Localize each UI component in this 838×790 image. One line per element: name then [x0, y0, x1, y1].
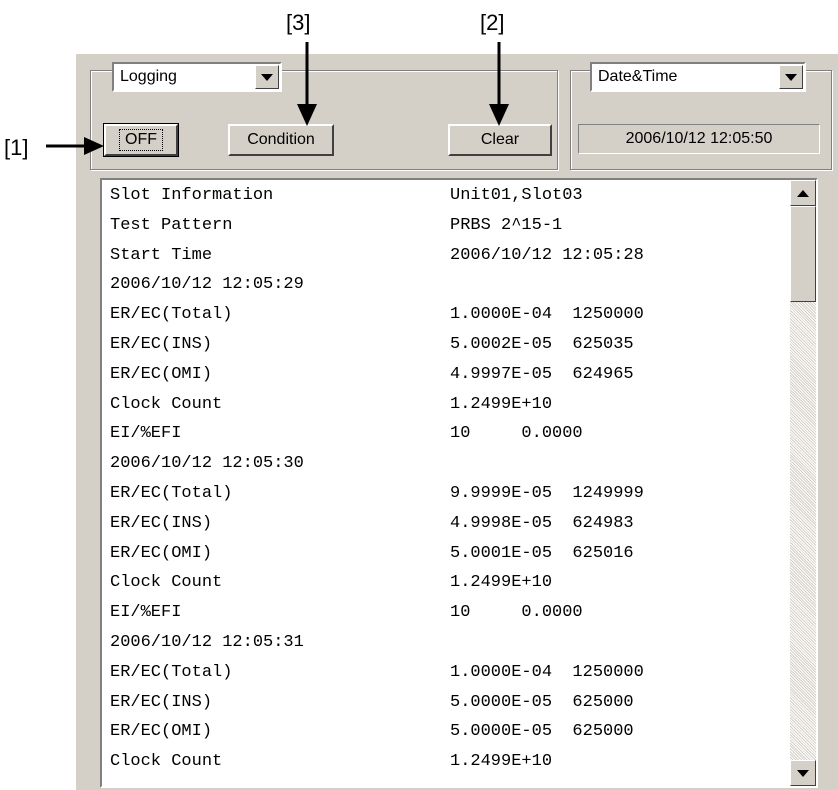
callout-3-label: [3]: [286, 10, 311, 35]
log-field-name: 2006/10/12 12:05:31: [110, 633, 304, 652]
log-line: 2006/10/12 12:05:29: [110, 275, 304, 301]
log-line: Slot Information Unit01,Slot03: [110, 186, 583, 212]
log-line: ER/EC(Total) 1.0000E-04 1250000: [110, 662, 644, 689]
log-field-name: EI/%EFI: [110, 603, 182, 623]
log-field-value: 1.2499E+10: [450, 752, 553, 772]
log-line: ER/EC(INS) 5.0000E-05 625000: [110, 692, 634, 719]
current-datetime-readout: 2006/10/12 12:05:50: [578, 124, 820, 154]
log-line: EI/%EFI 10 0.0000: [110, 424, 583, 450]
log-line: Clock Count 1.2499E+10: [110, 394, 552, 421]
time-format-select[interactable]: Date&Time: [590, 62, 806, 92]
log-field-name: Start Time: [110, 245, 213, 265]
time-format-select-dropdown-button[interactable]: [779, 65, 803, 89]
mode-select-value: Logging: [120, 68, 177, 85]
log-field-value: 5.0000E-05 625000: [450, 692, 634, 712]
log-field-name: ER/EC(INS): [110, 335, 213, 354]
scroll-up-button[interactable]: [790, 180, 816, 206]
condition-button[interactable]: Condition: [228, 124, 334, 156]
log-field-value: 5.0000E-05 625000: [450, 722, 634, 742]
log-line: ER/EC(OMI) 5.0000E-05 625000: [110, 722, 634, 748]
scroll-thumb[interactable]: [790, 206, 816, 302]
log-field-name: Clock Count: [110, 573, 223, 593]
time-format-select-value: Date&Time: [598, 68, 678, 85]
log-field-name: ER/EC(INS): [110, 513, 213, 533]
log-line: Start Time 2006/10/12 12:05:28: [110, 245, 644, 272]
log-field-name: ER/EC(OMI): [110, 722, 213, 742]
log-field-value: 1.0000E-04 1250000: [450, 662, 644, 682]
mode-select[interactable]: Logging: [112, 62, 282, 92]
log-field-name: Clock Count: [110, 394, 223, 414]
log-field-name: 2006/10/12 12:05:29: [110, 275, 304, 295]
log-line: ER/EC(Total) 1.0000E-04 1250000: [110, 305, 644, 331]
log-line: ER/EC(OMI) 4.9997E-05 624965: [110, 364, 634, 391]
clear-button[interactable]: Clear: [448, 124, 552, 156]
log-field-name: Test Pattern: [110, 215, 233, 235]
chevron-down-icon: [785, 73, 797, 81]
log-field-name: Clock Count: [110, 752, 223, 772]
log-field-value: 1.2499E+10: [450, 573, 553, 593]
log-field-name: ER/EC(Total): [110, 305, 233, 325]
log-line: ER/EC(OMI) 5.0001E-05 625016: [110, 543, 634, 570]
log-field-value: 10 0.0000: [450, 424, 583, 444]
log-line: ER/EC(INS) 5.0002E-05 625035: [110, 335, 634, 361]
callout-1-label: [1]: [4, 135, 29, 160]
chevron-down-icon: [261, 73, 273, 81]
log-field-value: 4.9998E-05 624983: [450, 513, 634, 533]
log-field-name: 2006/10/12 12:05:30: [110, 454, 304, 474]
arrow-up-icon: [797, 189, 809, 197]
log-line: Clock Count 1.2499E+10: [110, 752, 552, 778]
log-line: Clock Count 1.2499E+10: [110, 573, 552, 599]
log-field-value: 5.0002E-05 625035: [450, 335, 634, 354]
log-line: 2006/10/12 12:05:31: [110, 633, 304, 659]
log-line: EI/%EFI 10 0.0000: [110, 603, 583, 629]
off-button-label: OFF: [119, 129, 163, 151]
log-field-name: ER/EC(INS): [110, 692, 213, 712]
log-field-value: 1.0000E-04 1250000: [450, 305, 644, 325]
log-field-value: 10 0.0000: [450, 603, 583, 623]
log-field-name: ER/EC(Total): [110, 484, 233, 503]
log-line: ER/EC(INS) 4.9998E-05 624983: [110, 513, 634, 540]
mode-select-dropdown-button[interactable]: [255, 65, 279, 89]
log-field-name: ER/EC(OMI): [110, 364, 213, 384]
off-button[interactable]: OFF: [103, 123, 179, 157]
log-field-value: 2006/10/12 12:05:28: [450, 245, 644, 265]
log-line: 2006/10/12 12:05:30: [110, 454, 304, 480]
log-textbox[interactable]: Slot Information Unit01,Slot03 Test Patter…: [100, 178, 818, 788]
log-line: ER/EC(Total) 9.9999E-05 1249999: [110, 484, 644, 510]
vertical-scrollbar[interactable]: [790, 180, 816, 786]
log-field-value: 5.0001E-05 625016: [450, 543, 634, 563]
scroll-down-button[interactable]: [790, 760, 816, 786]
callout-2-label: [2]: [480, 10, 505, 35]
log-field-name: Slot Information: [110, 186, 274, 205]
log-field-value: 4.9997E-05 624965: [450, 364, 634, 384]
log-field-name: ER/EC(Total): [110, 662, 233, 682]
log-field-value: 1.2499E+10: [450, 394, 553, 414]
log-field-name: EI/%EFI: [110, 424, 182, 444]
log-field-name: ER/EC(OMI): [110, 543, 213, 563]
log-field-value: PRBS 2^15-1: [450, 215, 563, 235]
log-line: Test Pattern PRBS 2^15-1: [110, 215, 562, 242]
log-field-value: Unit01,Slot03: [450, 186, 583, 205]
log-field-value: 9.9999E-05 1249999: [450, 484, 644, 503]
arrow-down-icon: [797, 769, 809, 777]
